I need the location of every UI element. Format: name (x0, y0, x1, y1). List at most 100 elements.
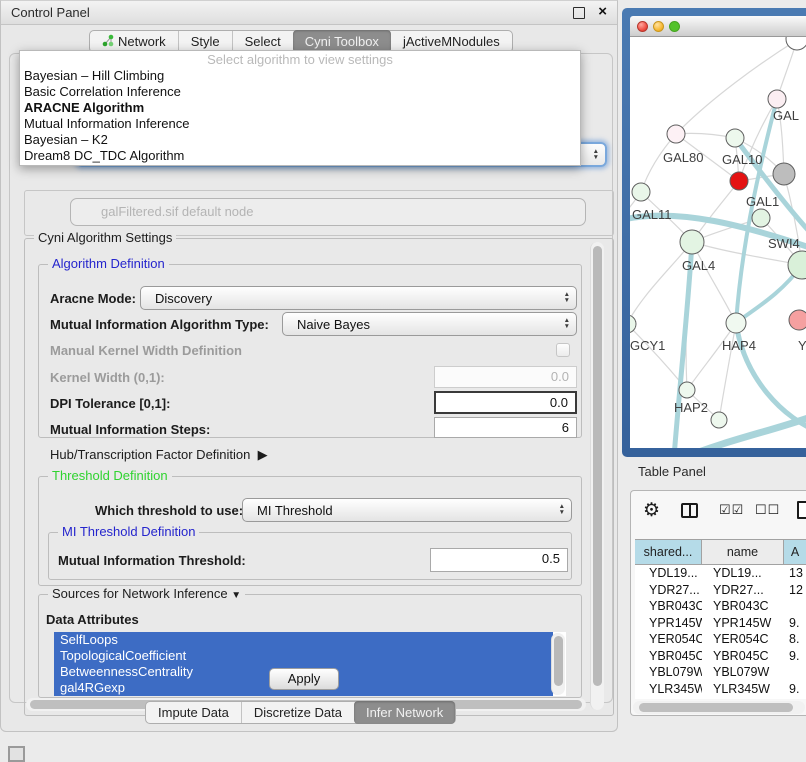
table-row[interactable]: YPR145WYPR145W9. (635, 615, 806, 632)
export-table-icon[interactable] (797, 501, 806, 519)
network-node[interactable] (768, 90, 786, 108)
hub-definition-toggle[interactable]: Hub/Transcription Factor Definition ▶ (50, 447, 268, 463)
table-row[interactable]: YDL19...YDL19...13 (635, 565, 806, 582)
table-cell: YLR345W (702, 681, 784, 698)
attributes-list-scrollbar-thumb[interactable] (554, 636, 563, 686)
network-canvas[interactable]: GALGAL80GAL10GAL1GAL11SWI4GAL4GCY1HAP4YH… (630, 37, 806, 448)
network-node[interactable] (730, 172, 748, 190)
table-row[interactable]: YBR045CYBR045C9. (635, 648, 806, 665)
table-cell: YBR043C (635, 598, 702, 615)
dropdown-item-basic-correlation-inference[interactable]: Basic Correlation Inference (20, 84, 580, 100)
network-node[interactable] (679, 382, 695, 398)
algorithm-dropdown-placeholder: Select algorithm to view settings (20, 51, 580, 68)
mi-threshold-definition-title: MI Threshold Definition (58, 524, 199, 539)
network-node[interactable] (680, 230, 704, 254)
mi-algorithm-type-select[interactable]: Naive Bayes ▲▼ (282, 312, 577, 336)
table-toolbar: ⚙ ☑☑ ☐☐ (631, 491, 806, 537)
minimize-traffic-light-icon[interactable] (653, 21, 664, 32)
table-row[interactable]: YDR27...YDR27...12 (635, 582, 806, 599)
collapsed-panel-icon[interactable] (8, 746, 25, 762)
tab-network[interactable]: Network (90, 31, 178, 52)
network-node[interactable] (752, 209, 770, 227)
float-window-icon[interactable] (573, 7, 585, 19)
dropdown-item-bayesian-k2[interactable]: Bayesian – K2 (20, 132, 580, 148)
attribute-item-topologicalcoefficient[interactable]: TopologicalCoefficient (54, 648, 553, 664)
stepper-arrows-icon: ▲▼ (564, 318, 570, 330)
mi-threshold-field[interactable]: 0.5 (430, 548, 568, 572)
tab-discretize-data[interactable]: Discretize Data (241, 702, 354, 723)
table-cell: YIL052C (702, 697, 784, 699)
dropdown-item-dream8-dc-tdc-algorithm[interactable]: Dream8 DC_TDC Algorithm (20, 148, 580, 164)
which-threshold-label: Which threshold to use: (95, 503, 243, 518)
column-header-a[interactable]: A (784, 540, 806, 564)
network-node[interactable] (788, 251, 806, 279)
settings-vertical-scrollbar[interactable] (590, 242, 604, 710)
settings-vertical-scrollbar-thumb[interactable] (593, 246, 602, 686)
network-data-combobox[interactable]: galFiltered.sif default node (70, 198, 586, 226)
network-node[interactable] (630, 315, 636, 333)
table-row[interactable]: YIL052CYIL052C9 (635, 697, 806, 699)
table-header-row: shared...nameA (635, 539, 806, 565)
expanded-arrow-icon: ▼ (231, 590, 241, 601)
gear-icon[interactable]: ⚙ (643, 499, 660, 522)
node-label-gal10: GAL10 (722, 152, 762, 167)
tab-infer-network[interactable]: Infer Network (354, 701, 455, 724)
network-node[interactable] (786, 37, 806, 50)
dropdown-item-mutual-information-inference[interactable]: Mutual Information Inference (20, 116, 580, 132)
tab-jactivemnodules[interactable]: jActiveMNodules (391, 31, 512, 52)
dpi-tolerance-field[interactable]: 0.0 (434, 391, 577, 414)
attributes-list-scrollbar[interactable] (551, 633, 565, 695)
network-node[interactable] (711, 412, 727, 428)
column-header-name[interactable]: name (702, 540, 784, 564)
table-body: YDL19...YDL19...13YDR27...YDR27...12YBR0… (635, 565, 806, 699)
attribute-item-selfloops[interactable]: SelfLoops (54, 632, 553, 648)
network-node[interactable] (726, 313, 746, 333)
table-row[interactable]: YBL079WYBL079W (635, 664, 806, 681)
network-edge (686, 413, 806, 448)
network-node[interactable] (789, 310, 806, 330)
table-cell: YLR345W (635, 681, 702, 698)
tab-select[interactable]: Select (232, 31, 293, 52)
node-label-swi4: SWI4 (768, 236, 800, 251)
stepper-arrows-icon: ▲▼ (559, 504, 565, 516)
network-node[interactable] (632, 183, 650, 201)
dropdown-item-aracne-algorithm[interactable]: ARACNE Algorithm (20, 100, 580, 116)
tab-style[interactable]: Style (178, 31, 232, 52)
table-cell (784, 664, 806, 681)
mi-steps-field[interactable]: 6 (434, 417, 577, 438)
table-panel: ⚙ ☑☑ ☐☐ shared...nameA YDL19...YDL19...1… (630, 490, 806, 716)
collapsed-arrow-icon: ▶ (254, 447, 268, 462)
tab-network-label: Network (118, 34, 166, 49)
table-cell: 9. (784, 648, 806, 665)
close-traffic-light-icon[interactable] (637, 21, 648, 32)
node-label-gcy1: GCY1 (630, 338, 665, 353)
table-row[interactable]: YLR345WYLR345W9. (635, 681, 806, 698)
apply-button[interactable]: Apply (269, 668, 339, 690)
sources-title[interactable]: Sources for Network Inference ▼ (48, 586, 245, 601)
tab-impute-data[interactable]: Impute Data (146, 702, 241, 723)
network-window-titlebar[interactable] (630, 16, 806, 37)
table-cell: YBR045C (702, 648, 784, 665)
table-row[interactable]: YER054CYER054C8. (635, 631, 806, 648)
network-node[interactable] (667, 125, 685, 143)
manual-kernel-width-checkbox[interactable] (556, 343, 570, 357)
table-row[interactable]: YBR043CYBR043C (635, 598, 806, 615)
table-horizontal-scrollbar-thumb[interactable] (639, 703, 793, 712)
network-node[interactable] (726, 129, 744, 147)
dropdown-item-bayesian-hill-climbing[interactable]: Bayesian – Hill Climbing (20, 68, 580, 84)
close-icon[interactable]: × (598, 3, 607, 20)
mi-algorithm-type-value: Naive Bayes (297, 317, 564, 332)
table-horizontal-scrollbar[interactable] (633, 701, 805, 714)
zoom-traffic-light-icon[interactable] (669, 21, 680, 32)
threshold-definition-title: Threshold Definition (48, 468, 172, 483)
deselect-all-checkboxes-icon[interactable]: ☐☐ (755, 502, 780, 518)
kernel-width-field[interactable]: 0.0 (434, 366, 577, 388)
column-header-shared[interactable]: shared... (635, 540, 702, 564)
aracne-mode-select[interactable]: Discovery ▲▼ (140, 286, 577, 310)
network-node[interactable] (773, 163, 795, 185)
columns-icon[interactable] (681, 503, 698, 518)
table-cell: YBL079W (702, 664, 784, 681)
stepper-arrows-icon: ▲▼ (564, 292, 570, 304)
which-threshold-select[interactable]: MI Threshold ▲▼ (242, 498, 572, 522)
select-all-checkboxes-icon[interactable]: ☑☑ (719, 502, 744, 518)
